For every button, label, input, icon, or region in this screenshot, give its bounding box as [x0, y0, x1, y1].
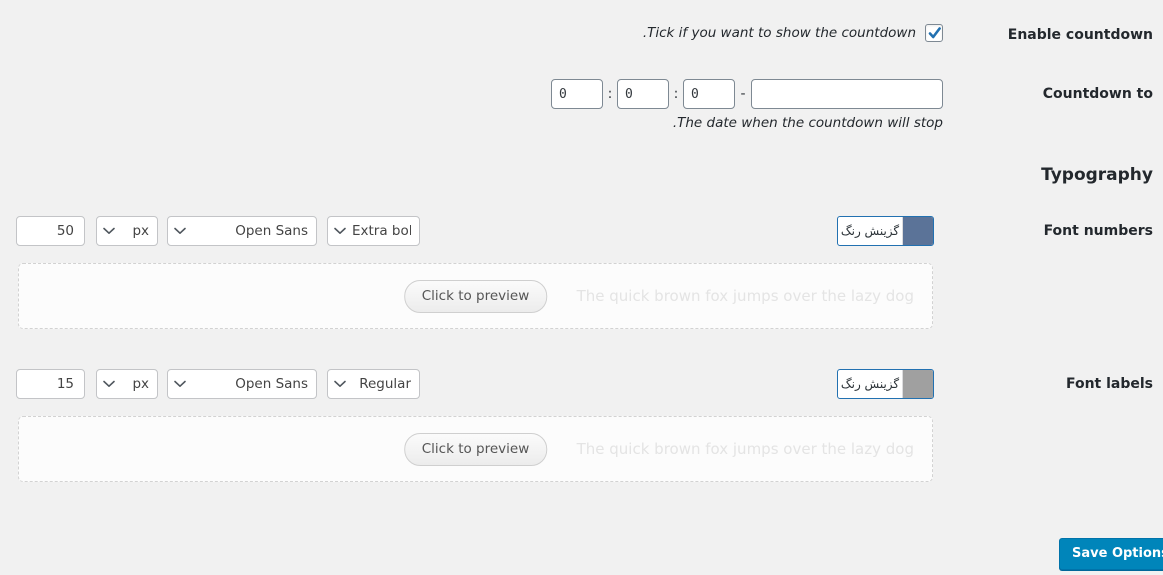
time-separator-2: :: [673, 86, 679, 102]
font-numbers-preview-text: The quick brown fox jumps over the lazy …: [576, 287, 914, 305]
font-labels-label: Font labels: [1065, 376, 1153, 392]
font-numbers-weight-value: Extra bold: [352, 223, 411, 239]
font-numbers-family-value: Open Sans: [235, 223, 308, 239]
font-labels-weight-select[interactable]: Regular: [327, 369, 420, 399]
chevron-down-icon: [103, 227, 115, 235]
countdown-to-hint: .The date when the countdown will stop: [672, 115, 943, 131]
font-numbers-label: Font numbers: [1043, 223, 1153, 239]
font-labels-weight-value: Regular: [359, 376, 411, 392]
countdown-to-label: Countdown to: [1042, 86, 1153, 102]
font-labels-family-select[interactable]: Open Sans: [167, 369, 317, 399]
font-numbers-color-picker[interactable]: گزینش رنگ: [837, 216, 934, 246]
checkmark-icon: [928, 27, 941, 39]
enable-countdown-field: .Tick if you want to show the countdown: [0, 24, 943, 42]
font-labels-size-input[interactable]: [16, 369, 85, 399]
font-numbers-family-select[interactable]: Open Sans: [167, 216, 317, 246]
time-separator-1: :: [607, 86, 613, 102]
countdown-minutes-input[interactable]: [617, 79, 669, 109]
chevron-down-icon: [174, 380, 186, 388]
font-labels-preview-text: The quick brown fox jumps over the lazy …: [576, 440, 914, 458]
font-numbers-unit-select[interactable]: px: [96, 216, 158, 246]
options-page: .Tick if you want to show the countdown …: [0, 0, 1163, 575]
font-labels-preview-box: The quick brown fox jumps over the lazy …: [18, 416, 933, 482]
countdown-hours-input[interactable]: [551, 79, 603, 109]
font-numbers-color-picker-label: گزینش رنگ: [840, 223, 900, 238]
font-labels-preview-button[interactable]: Click to preview: [403, 432, 548, 466]
chevron-down-icon: [334, 227, 346, 235]
countdown-to-field: : : -: [0, 79, 943, 109]
font-labels-color-picker[interactable]: گزینش رنگ: [837, 369, 934, 399]
countdown-date-input[interactable]: [751, 79, 943, 109]
font-numbers-weight-select[interactable]: Extra bold: [327, 216, 420, 246]
chevron-down-icon: [334, 380, 346, 388]
font-labels-color-picker-label: گزینش رنگ: [840, 376, 900, 391]
countdown-seconds-input[interactable]: [683, 79, 735, 109]
enable-countdown-hint: .Tick if you want to show the countdown: [642, 25, 916, 41]
chevron-down-icon: [103, 380, 115, 388]
font-labels-unit-value: px: [132, 376, 149, 392]
font-labels-family-value: Open Sans: [235, 376, 308, 392]
time-date-separator: -: [740, 86, 746, 102]
font-numbers-unit-value: px: [132, 223, 149, 239]
font-labels-controls: px Open Sans Regular گزینش رنگ: [0, 369, 943, 399]
font-numbers-preview-box: The quick brown fox jumps over the lazy …: [18, 263, 933, 329]
chevron-down-icon: [174, 227, 186, 235]
font-numbers-color-swatch: [902, 217, 933, 245]
font-labels-color-swatch: [902, 370, 933, 398]
font-numbers-preview-button[interactable]: Click to preview: [403, 279, 548, 313]
font-labels-unit-select[interactable]: px: [96, 369, 158, 399]
save-options-button[interactable]: Save Options: [1059, 538, 1163, 570]
font-numbers-size-input[interactable]: [16, 216, 85, 246]
enable-countdown-checkbox[interactable]: [925, 24, 943, 42]
enable-countdown-label: Enable countdown: [1007, 27, 1153, 43]
typography-section-title: Typography: [1041, 165, 1153, 185]
font-numbers-controls: px Open Sans Extra bold گزینش رنگ: [0, 216, 943, 246]
